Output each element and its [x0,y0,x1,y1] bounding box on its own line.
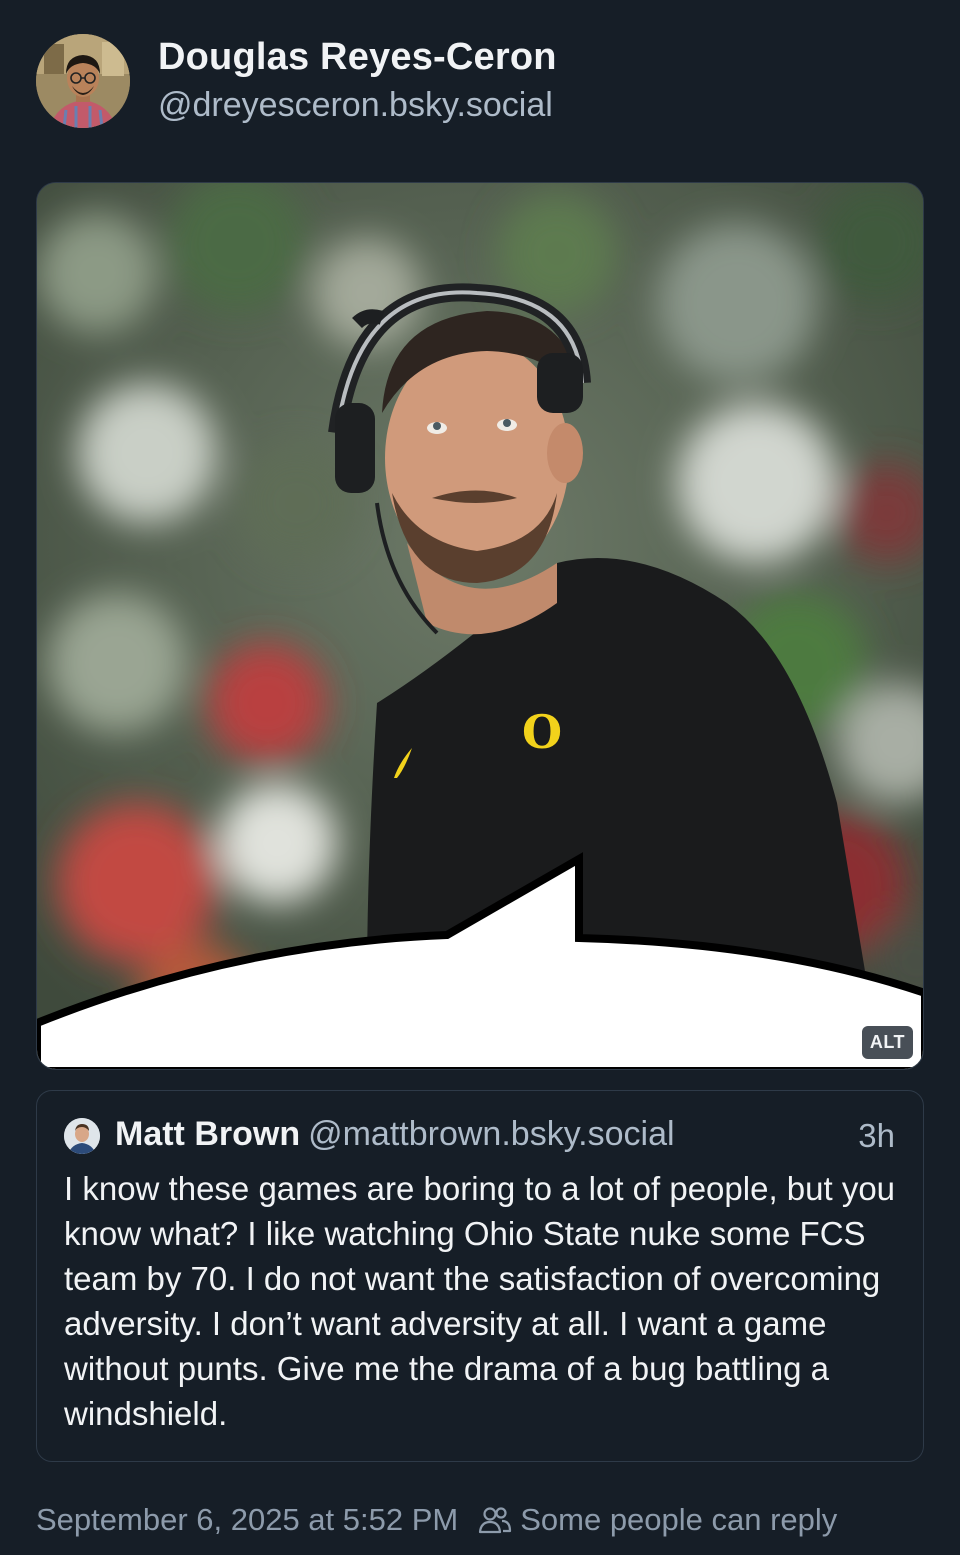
post-timestamp: September 6, 2025 at 5:52 PM [36,1502,459,1537]
quote-text: I know these games are boring to a lot o… [64,1170,896,1432]
alt-text-button[interactable]: ALT [861,1026,913,1059]
post-meta: September 6, 2025 at 5:52 PM Some people… [36,1502,837,1538]
post-image[interactable]: O ALT [36,182,924,1070]
quote-author[interactable]: Matt Brown @mattbrown.bsky.social [115,1115,675,1154]
author-handle[interactable]: @dreyesceron.bsky.social [158,86,553,125]
people-icon [478,1505,512,1535]
quote-author-name[interactable]: Matt Brown [115,1115,300,1153]
post: Douglas Reyes-Ceron @dreyesceron.bsky.so… [0,0,960,1555]
svg-text:O: O [522,705,562,759]
quoted-post[interactable]: Matt Brown @mattbrown.bsky.social 3h I kn… [36,1090,924,1462]
quote-author-avatar[interactable] [64,1118,100,1154]
quote-timestamp: 3h [858,1117,895,1154]
reply-setting-label[interactable]: Some people can reply [520,1502,837,1538]
author-avatar[interactable] [36,34,130,128]
quote-author-handle[interactable]: @mattbrown.bsky.social [308,1115,674,1153]
coach-photo-icon: O [37,183,923,1069]
author-display-name[interactable]: Douglas Reyes-Ceron [158,36,557,79]
